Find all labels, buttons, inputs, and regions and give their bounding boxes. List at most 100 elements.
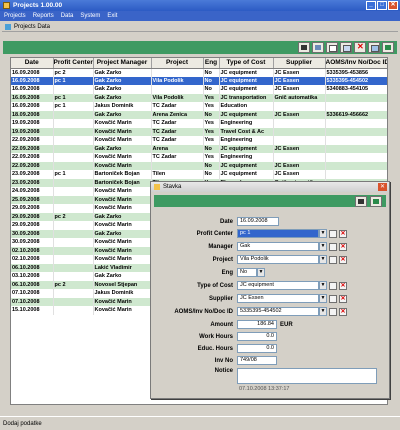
col-type-of-cost[interactable]: Type of Cost (219, 58, 274, 69)
dialog-close-button[interactable]: ✕ (378, 183, 387, 191)
supplier-field[interactable]: JC Essen (237, 294, 319, 303)
cell-project-manager: Kovačić Marin (93, 127, 152, 136)
lookup-icon[interactable] (329, 281, 337, 290)
type-of-cost-field[interactable]: JC equipment (237, 281, 319, 290)
table-row[interactable]: 16.09.2008 pc 1 Gak Zarko Vila Podolik No JC … (11, 76, 387, 85)
table-row[interactable]: 16.09.2008 Gak Zarko No JC equipment JC Esse… (11, 85, 387, 94)
amount-field[interactable]: 186.84 (237, 320, 277, 329)
delete-icon[interactable] (354, 42, 366, 53)
exit-icon[interactable] (382, 42, 394, 53)
clear-icon[interactable]: ✕ (339, 281, 347, 290)
menu-reports[interactable]: Reports (33, 13, 54, 19)
edit-icon[interactable] (368, 42, 380, 53)
cell-project-manager: Kovačić Marin (93, 255, 152, 264)
col-date[interactable]: Date (11, 58, 54, 69)
table-row[interactable]: 16.09.2008 pc 2 Gak Zarko No JC equipment JC … (11, 68, 387, 77)
menu-exit[interactable]: Exit (107, 13, 117, 19)
save-icon[interactable] (298, 42, 310, 53)
table-row[interactable]: 22.09.2008 Kovačić Marin No JC equipment JC … (11, 161, 387, 170)
notice-label: Notice (214, 368, 233, 374)
table-row[interactable]: 16.09.2008 pc 1 Jakus Dominik TC Zadar Yes Ed… (11, 102, 387, 111)
col-supplier[interactable]: Supplier (273, 58, 326, 69)
cell-supplier: JC Essen (273, 68, 326, 77)
clear-icon[interactable]: ✕ (339, 229, 347, 238)
inv-no-field[interactable]: 749/08 (237, 356, 277, 365)
clear-icon[interactable]: ✕ (339, 242, 347, 251)
table-row[interactable]: 22.09.2008 Kovačić Marin TC Zadar Yes Engine… (11, 153, 387, 162)
table-row[interactable]: 22.09.2008 Kovačić Marin TC Zadar Yes Engine… (11, 136, 387, 145)
cell-project-manager: Gak Zarko (93, 272, 152, 281)
dialog-exit-icon[interactable] (370, 196, 382, 207)
clear-icon[interactable]: ✕ (339, 255, 347, 264)
copy-icon[interactable] (312, 42, 324, 53)
project-field[interactable]: Vila Podolik (237, 255, 319, 264)
table-row[interactable]: 23.09.2008 pc 1 Bartoniček Bojan Tilen No JC … (11, 170, 387, 179)
eng-field[interactable]: No (237, 268, 257, 277)
cell-date: 07.10.2008 (11, 289, 54, 298)
chevron-down-icon[interactable]: ▼ (319, 294, 327, 303)
lookup-icon[interactable] (329, 307, 337, 316)
cell-profit-center: pc 1 (53, 76, 94, 85)
chevron-down-icon[interactable]: ▼ (319, 242, 327, 251)
profit-center-field[interactable]: pc 1 (237, 229, 319, 238)
cell-eng: No (203, 68, 220, 77)
document-icon[interactable] (326, 42, 338, 53)
dialog-icon (154, 184, 160, 190)
menu-system[interactable]: System (80, 13, 100, 19)
dialog-save-icon[interactable] (355, 196, 367, 207)
work-hours-field[interactable]: 0.0 (237, 332, 277, 341)
cell-aoms (325, 153, 387, 162)
cell-type-of-cost: JC equipment (219, 85, 274, 94)
chevron-down-icon[interactable]: ▼ (257, 268, 265, 277)
date-field[interactable]: 16.09.2008 (237, 217, 279, 226)
cell-project: Arena Zenica (151, 110, 204, 119)
chevron-down-icon[interactable]: ▼ (319, 229, 327, 238)
toolbar (298, 42, 394, 53)
aoms-field[interactable]: 5335395-454502 (237, 307, 319, 316)
col-project-manager[interactable]: Project Manager (93, 58, 152, 69)
chevron-down-icon[interactable]: ▼ (319, 255, 327, 264)
table-row[interactable]: 16.09.2008 pc 1 Gak Zarko Vila Podolik Yes JC… (11, 93, 387, 102)
record-timestamp: 07.10.2008 13:37:17 (239, 386, 290, 392)
cell-aoms (325, 136, 387, 145)
window-titlebar: Projects 1.00.00 _ □ ✕ (0, 0, 400, 11)
cell-eng: Yes (203, 93, 220, 102)
lookup-icon[interactable] (329, 229, 337, 238)
cell-eng: Yes (203, 102, 220, 111)
lookup-icon[interactable] (329, 255, 337, 264)
cell-eng: Yes (203, 127, 220, 136)
lookup-icon[interactable] (329, 242, 337, 251)
cell-eng: Yes (203, 136, 220, 145)
table-row[interactable]: 19.09.2008 Kovačić Marin TC Zadar Yes Engine… (11, 119, 387, 128)
amount-label: Amount (210, 321, 233, 328)
menu-projects[interactable]: Projects (4, 13, 26, 19)
clear-icon[interactable]: ✕ (339, 294, 347, 303)
col-project[interactable]: Project (151, 58, 204, 69)
maximize-button[interactable]: □ (377, 1, 387, 10)
stavka-dialog: Stavka ✕ Date 16.09.2008 Profit Center p… (150, 181, 390, 399)
col-eng[interactable]: Eng (203, 58, 220, 69)
lookup-icon[interactable] (329, 294, 337, 303)
minimize-button[interactable]: _ (366, 1, 376, 10)
clear-icon[interactable]: ✕ (339, 307, 347, 316)
window-title: Projects 1.00.00 (13, 2, 63, 9)
table-row[interactable]: 18.09.2008 Gak Zarko Arena Zenica No JC equi… (11, 110, 387, 119)
chevron-down-icon[interactable]: ▼ (319, 281, 327, 290)
cell-profit-center (53, 127, 94, 136)
col-aoms[interactable]: AOMS/Inv No/Doc ID (325, 58, 387, 69)
cell-profit-center (53, 204, 94, 213)
cell-date: 29.09.2008 (11, 204, 54, 213)
menu-data[interactable]: Data (61, 13, 74, 19)
new-document-icon[interactable] (340, 42, 352, 53)
notice-field[interactable] (237, 368, 377, 384)
table-row[interactable]: 22.09.2008 Gak Zarko Arena No JC equipment JC… (11, 144, 387, 153)
col-profit-center[interactable]: Profit Center (53, 58, 94, 69)
row-educ-hours: Educ. Hours 0.0 (151, 343, 391, 354)
chevron-down-icon[interactable]: ▼ (319, 307, 327, 316)
table-row[interactable]: 19.09.2008 Kovačić Marin TC Zadar Yes Travel… (11, 127, 387, 136)
cell-profit-center: pc 1 (53, 170, 94, 179)
status-bar: Dodaj podatke (0, 416, 400, 430)
manager-field[interactable]: Gak (237, 242, 319, 251)
close-button[interactable]: ✕ (388, 1, 398, 10)
educ-hours-field[interactable]: 0.0 (237, 344, 277, 353)
